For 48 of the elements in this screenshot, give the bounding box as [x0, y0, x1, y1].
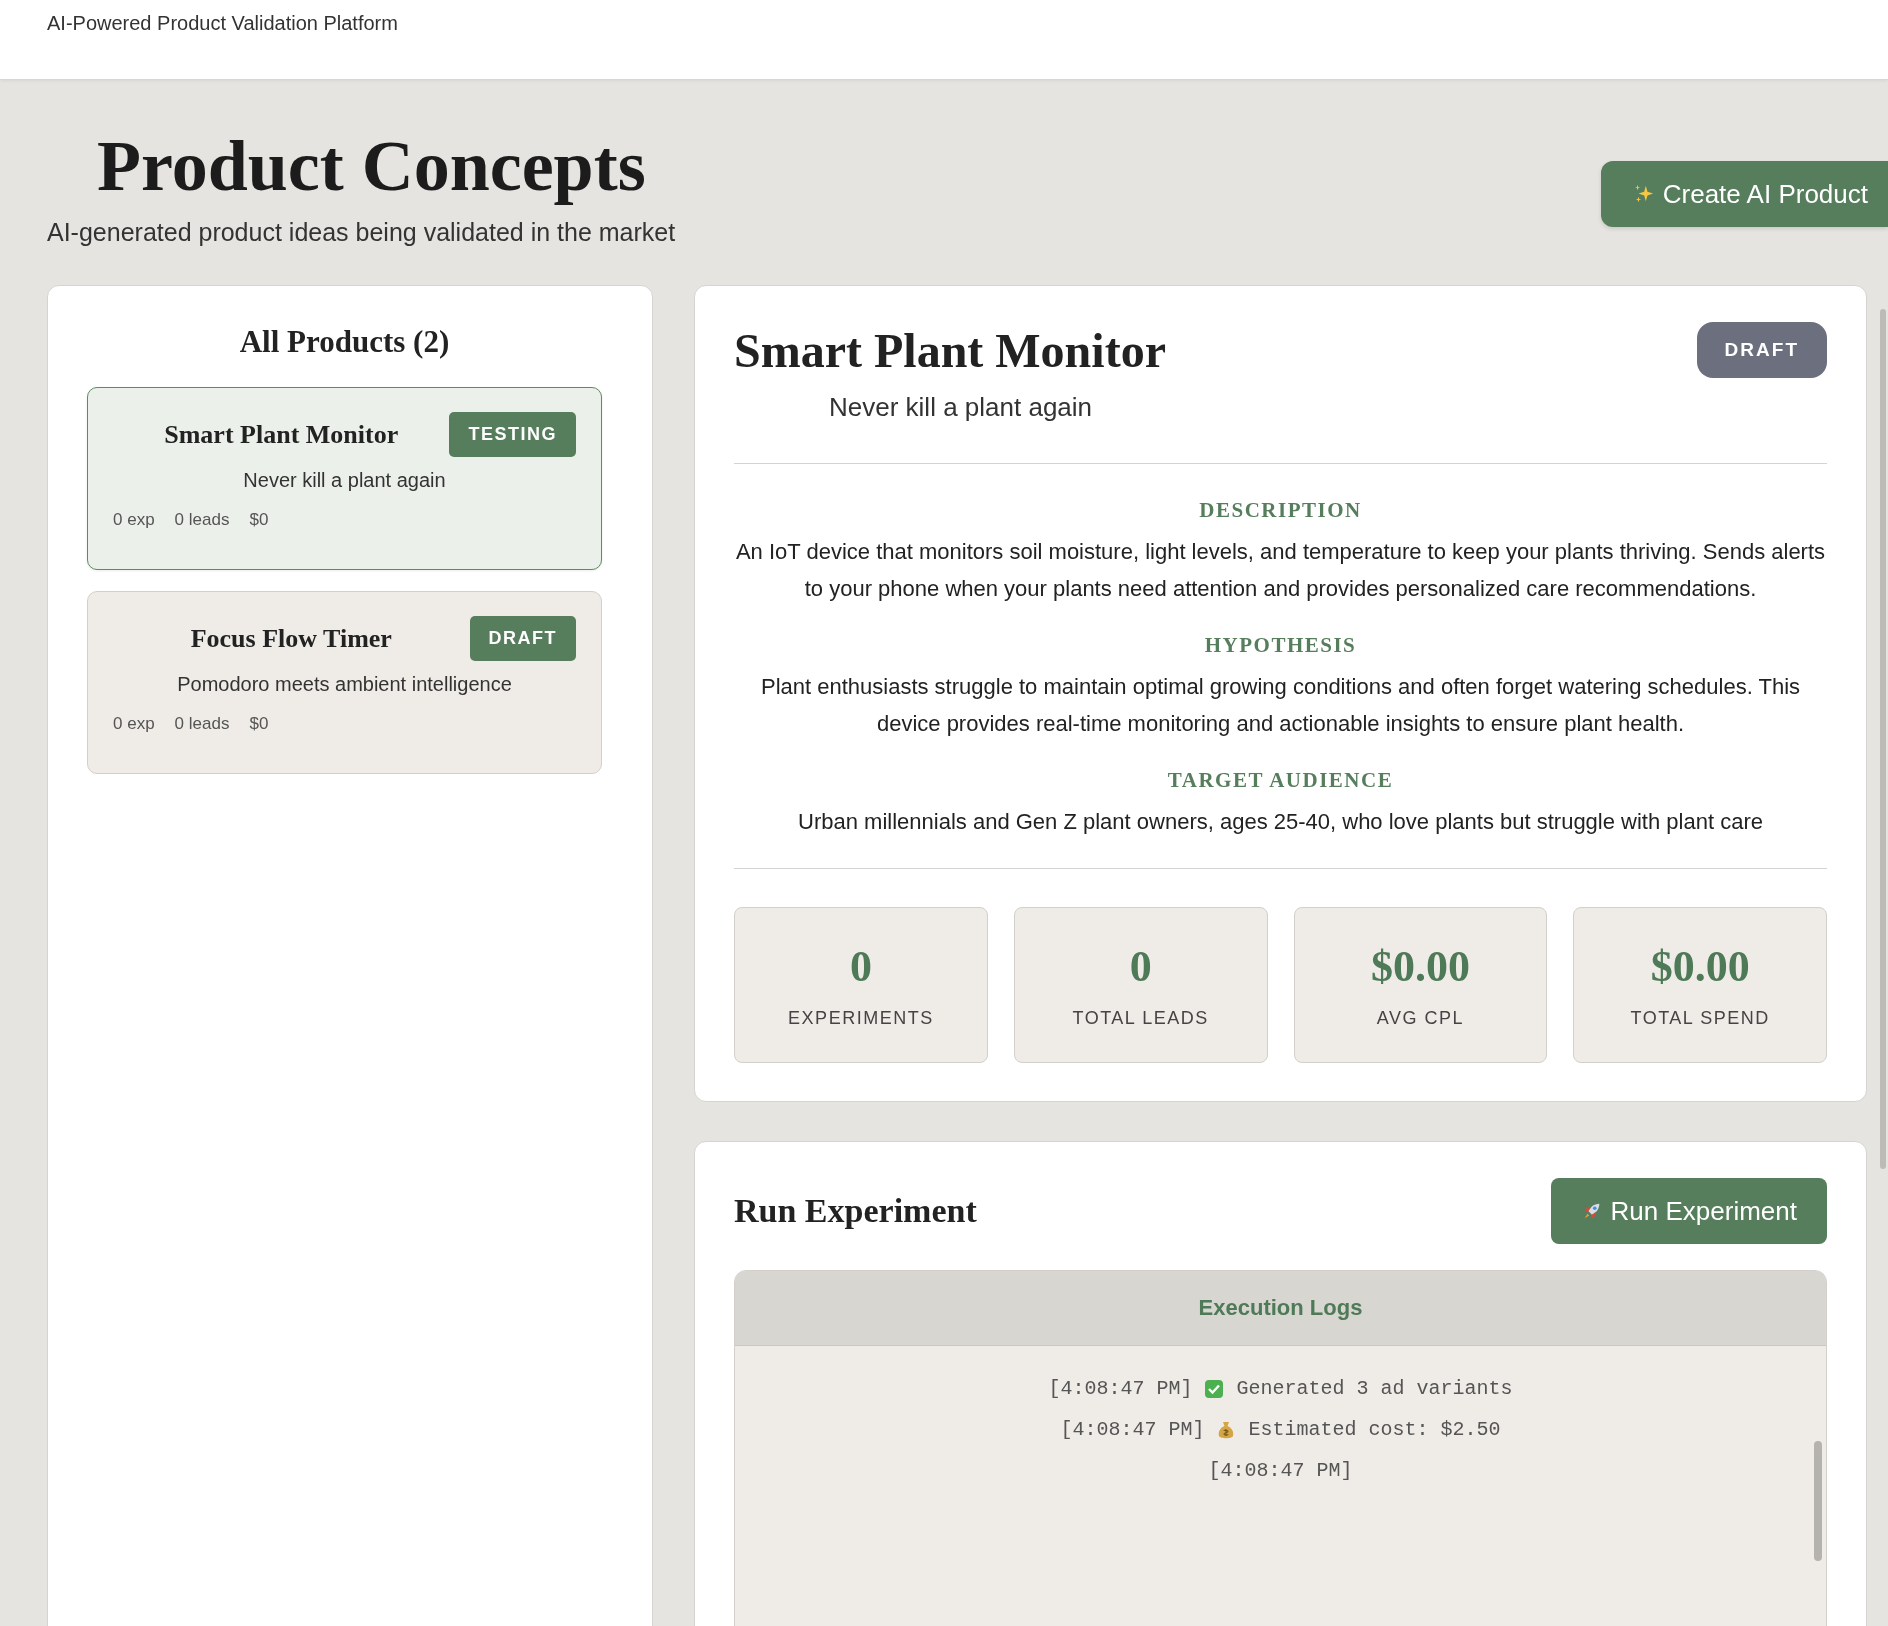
product-stat: 0 exp [113, 510, 155, 530]
product-card[interactable]: Smart Plant Monitor TESTING Never kill a plant again 0 exp 0 leads $0 [87, 387, 602, 570]
product-name: Smart Plant Monitor [163, 419, 400, 450]
section-title: Run Experiment [734, 1192, 977, 1230]
app-title: AI-Powered Product Validation Platform [47, 12, 398, 35]
product-stat: $0 [249, 510, 269, 530]
logs-title: Execution Logs [735, 1271, 1826, 1346]
product-stat: 0 leads [174, 510, 230, 530]
section-heading: TARGET AUDIENCE [1166, 768, 1395, 793]
section-heading: HYPOTHESIS [1203, 633, 1358, 658]
page-title: Product Concepts [97, 126, 647, 206]
product-tagline: Never kill a plant again [828, 392, 1094, 423]
stat-value: 0 [849, 941, 872, 992]
product-tagline: Pomodoro meets ambient intelligence [176, 673, 513, 696]
stat-label: TOTAL LEADS [1072, 1008, 1209, 1029]
product-stat: 0 leads [174, 714, 230, 734]
stat-value: $0.00 [1370, 941, 1470, 992]
panel-title: All Products (2) [238, 324, 451, 360]
product-name: Focus Flow Timer [189, 623, 393, 654]
status-badge: DRAFT [1696, 322, 1827, 378]
run-experiment-button[interactable]: Run Experiment [1550, 1178, 1827, 1244]
section-text: Plant enthusiasts struggle to maintain optimal growing conditions and often forget watering schedules. This device provides real-time monitoring and actionable insights to ensure plant health. [759, 673, 1802, 738]
section-heading: DESCRIPTION [1198, 498, 1363, 523]
stat-label: AVG CPL [1376, 1008, 1464, 1029]
product-tagline: Never kill a plant again [242, 469, 447, 492]
stat-value: 0 [1129, 941, 1152, 992]
product-title: Smart Plant Monitor [734, 322, 1166, 378]
log-message: Generated 3 ad variants [1236, 1377, 1513, 1400]
status-badge: TESTING [449, 412, 576, 457]
stat-value: $0.00 [1650, 941, 1750, 992]
log-time: [4:08:47 PM] [1060, 1418, 1205, 1441]
log-time: [4:08:47 PM] [1208, 1459, 1353, 1482]
product-stat: $0 [249, 714, 269, 734]
product-stat: 0 exp [113, 714, 155, 734]
scrollbar[interactable] [1814, 1441, 1822, 1561]
product-card[interactable]: Focus Flow Timer DRAFT Pomodoro meets ambient intelligence 0 exp 0 leads $0 [87, 591, 602, 774]
check-icon [1204, 1378, 1225, 1399]
status-badge: DRAFT [469, 616, 576, 661]
section-text: An IoT device that monitors soil moisture, light levels, and temperature to keep your plants thriving. Sends alerts to your phone when your plants need attention and provides personalized care recommendations. [734, 538, 1827, 603]
stat-label: EXPERIMENTS [788, 1008, 934, 1029]
section-text: Urban millennials and Gen Z plant owners, ages 25-40, who love plants but struggle with plant care [797, 808, 1764, 836]
sparkle-icon [1632, 183, 1655, 205]
page-subtitle: AI-generated product ideas being validated in the market [47, 218, 676, 247]
log-time: [4:08:47 PM] [1048, 1377, 1193, 1400]
scrollbar[interactable] [1880, 309, 1886, 1169]
create-product-button[interactable]: Create AI Product [1600, 161, 1888, 227]
log-message: Estimated cost: $2.50 [1248, 1418, 1501, 1441]
stat-label: TOTAL SPEND [1630, 1008, 1770, 1029]
